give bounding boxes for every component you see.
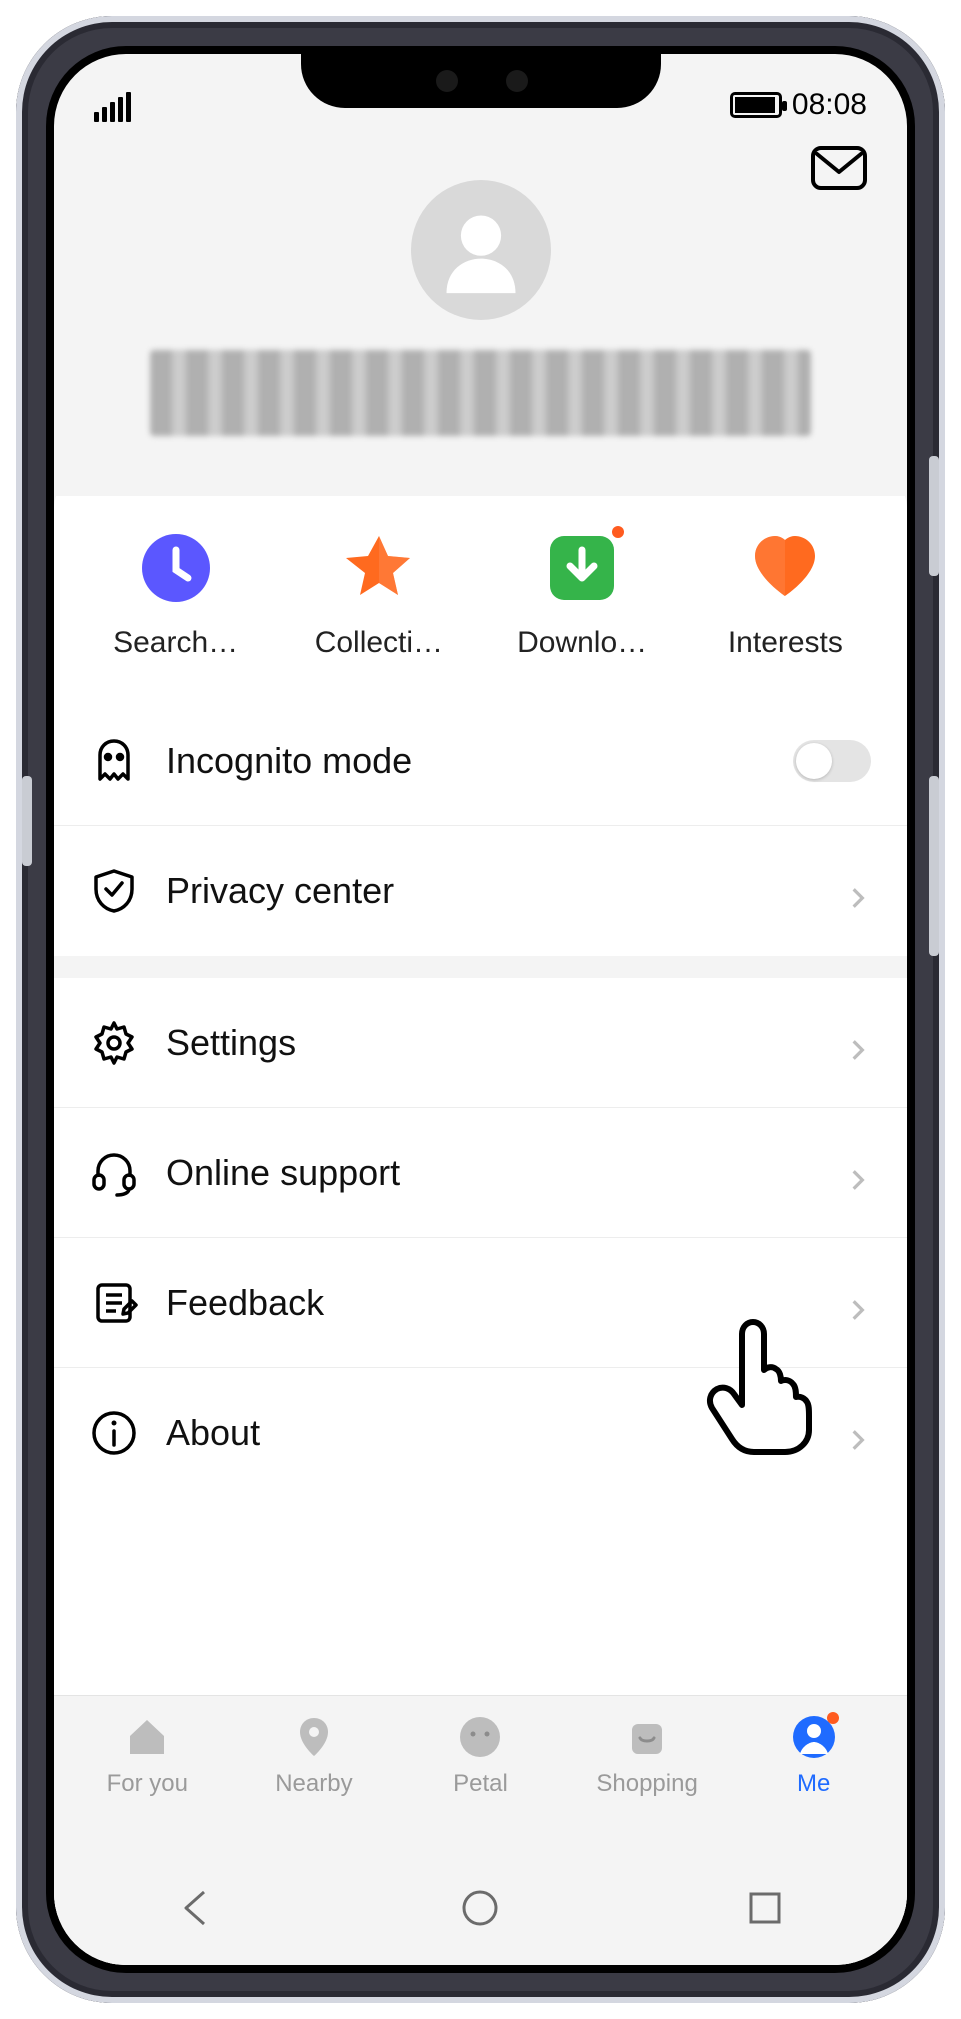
signal-icon xyxy=(94,92,131,122)
row-online-support[interactable]: Online support xyxy=(54,1108,907,1238)
bottom-nav: For you Nearby Petal Shopping xyxy=(54,1695,907,1855)
messages-button[interactable] xyxy=(811,146,867,190)
side-button xyxy=(929,456,939,576)
quick-label: Search… xyxy=(105,626,246,660)
phone-bezel: 08:08 xyxy=(46,46,915,1973)
face-icon xyxy=(457,1714,503,1760)
pin-icon xyxy=(291,1714,337,1760)
star-icon xyxy=(343,532,415,604)
nav-label: Shopping xyxy=(596,1770,697,1798)
nav-petal[interactable]: Petal xyxy=(397,1714,564,1855)
chevron-right-icon xyxy=(845,1160,871,1186)
person-icon xyxy=(435,204,527,296)
note-icon xyxy=(90,1279,138,1327)
back-button[interactable] xyxy=(174,1886,218,1935)
display-notch xyxy=(301,46,661,108)
nav-me[interactable]: Me xyxy=(730,1714,897,1855)
screen: 08:08 xyxy=(54,54,907,1965)
section-divider xyxy=(54,956,907,978)
gear-icon xyxy=(90,1019,138,1067)
quick-actions: Search… Collecti… xyxy=(54,472,907,696)
row-label: Online support xyxy=(166,1152,817,1194)
headset-icon xyxy=(90,1149,138,1197)
chevron-right-icon xyxy=(845,1290,871,1316)
username-obscured[interactable] xyxy=(150,350,811,436)
nav-label: For you xyxy=(107,1770,188,1798)
nav-nearby[interactable]: Nearby xyxy=(231,1714,398,1855)
notification-dot xyxy=(827,1712,839,1724)
phone-mockup: 08:08 xyxy=(0,0,961,2019)
row-label: Incognito mode xyxy=(166,740,765,782)
side-button xyxy=(22,776,32,866)
quick-label: Interests xyxy=(720,626,851,660)
quick-downloads[interactable]: Downlo… xyxy=(481,532,684,660)
system-nav-bar xyxy=(54,1855,907,1965)
home-icon xyxy=(124,1714,170,1760)
recents-button[interactable] xyxy=(743,1886,787,1935)
chevron-right-icon xyxy=(845,878,871,904)
cursor-hand-icon xyxy=(698,1316,818,1456)
content-card: Search… Collecti… xyxy=(54,472,907,1965)
person-icon xyxy=(791,1714,837,1760)
nav-shopping[interactable]: Shopping xyxy=(564,1714,731,1855)
side-button xyxy=(929,776,939,956)
mail-icon xyxy=(811,146,867,190)
spacer xyxy=(54,1498,907,1695)
profile-header xyxy=(54,126,907,496)
quick-collections[interactable]: Collecti… xyxy=(277,532,480,660)
row-label: Settings xyxy=(166,1022,817,1064)
chevron-right-icon xyxy=(845,1030,871,1056)
privacy-section: Incognito mode Privacy center xyxy=(54,696,907,956)
battery-icon xyxy=(730,92,782,118)
status-time: 08:08 xyxy=(792,88,867,122)
info-icon xyxy=(90,1409,138,1457)
bag-icon xyxy=(624,1714,670,1760)
notification-dot xyxy=(612,526,624,538)
quick-label: Collecti… xyxy=(307,626,451,660)
phone-outer-frame: 08:08 xyxy=(16,16,945,2003)
nav-for-you[interactable]: For you xyxy=(64,1714,231,1855)
row-incognito-mode[interactable]: Incognito mode xyxy=(54,696,907,826)
clock-icon xyxy=(140,532,212,604)
home-button[interactable] xyxy=(458,1886,502,1935)
nav-label: Nearby xyxy=(275,1770,352,1798)
row-privacy-center[interactable]: Privacy center xyxy=(54,826,907,956)
row-settings[interactable]: Settings xyxy=(54,978,907,1108)
avatar[interactable] xyxy=(411,180,551,320)
quick-label: Downlo… xyxy=(509,626,655,660)
chevron-right-icon xyxy=(845,1420,871,1446)
ghost-icon xyxy=(90,737,138,785)
quick-interests[interactable]: Interests xyxy=(684,532,887,660)
quick-search-history[interactable]: Search… xyxy=(74,532,277,660)
row-label: Privacy center xyxy=(166,870,817,912)
download-icon xyxy=(546,532,618,604)
heart-icon xyxy=(749,532,821,604)
nav-label: Petal xyxy=(453,1770,508,1798)
incognito-toggle[interactable] xyxy=(793,740,871,782)
nav-label: Me xyxy=(797,1770,830,1798)
shield-icon xyxy=(90,867,138,915)
